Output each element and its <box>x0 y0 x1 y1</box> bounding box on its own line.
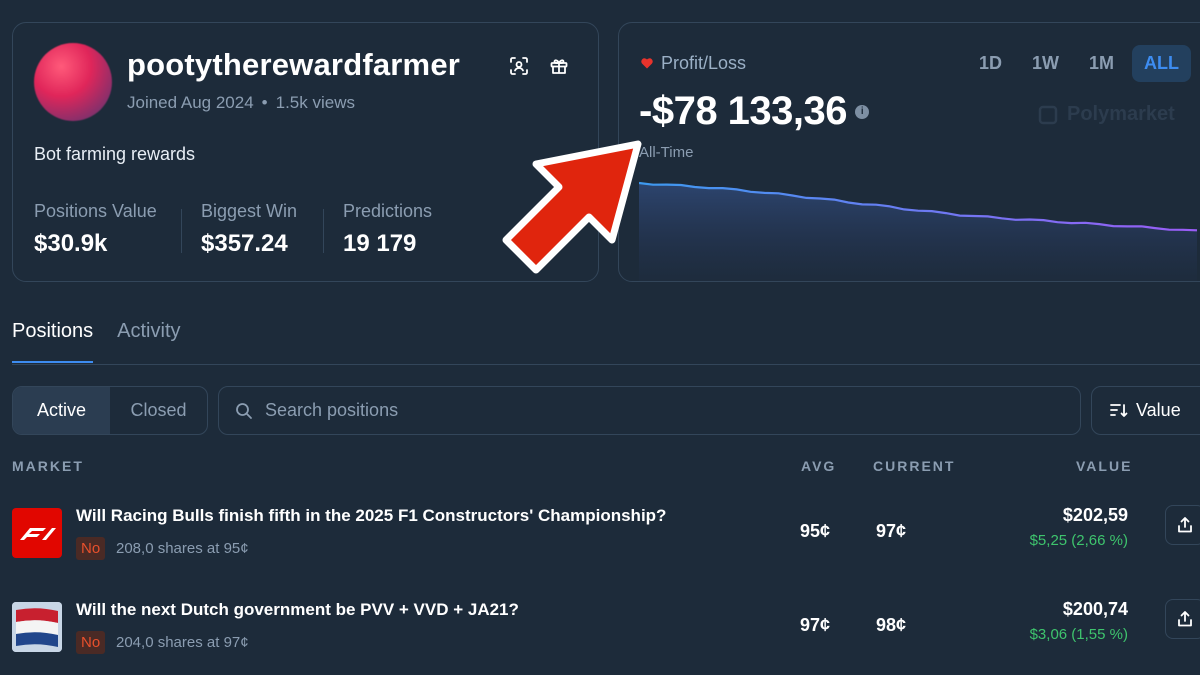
position-change: $3,06 (1,55 %) <box>1029 626 1128 643</box>
tabs-divider <box>12 364 1200 365</box>
view-count: 1.5k views <box>275 93 355 112</box>
range-tabs: 1D 1W 1M ALL <box>967 45 1191 82</box>
range-tab-1w[interactable]: 1W <box>1020 45 1071 82</box>
heart-icon <box>641 58 653 69</box>
profit-loss-chart <box>639 181 1198 281</box>
polymarket-logo-icon <box>1038 105 1058 124</box>
tab-activity[interactable]: Activity <box>117 320 180 363</box>
column-header-value[interactable]: VALUE <box>1076 458 1132 474</box>
sort-label: Value <box>1136 400 1181 420</box>
column-header-current[interactable]: CURRENT <box>873 458 955 474</box>
stat-positions-value: Positions Value $30.9k <box>34 201 157 258</box>
stat-divider <box>323 209 324 253</box>
stat-value: 19 179 <box>343 230 417 257</box>
polymarket-watermark: Polymarket <box>1037 103 1175 126</box>
current-price: 97¢ <box>876 521 907 541</box>
tab-positions[interactable]: Positions <box>12 320 94 363</box>
main-tabs: Positions Activity <box>12 320 181 363</box>
profit-loss-header: Profit/Loss <box>641 53 746 74</box>
column-header-avg[interactable]: AVG <box>801 458 836 474</box>
profit-loss-card: Profit/Loss 1D 1W 1M ALL -$78 133,36 i A… <box>618 22 1200 282</box>
search-icon <box>236 402 252 419</box>
filter-closed-button[interactable]: Closed <box>110 387 207 434</box>
separator-dot: • <box>261 93 268 112</box>
filter-active-button[interactable]: Active <box>13 387 110 434</box>
column-header-market[interactable]: MARKET <box>12 458 84 474</box>
chart-area <box>639 183 1197 281</box>
scan-icon[interactable] <box>506 53 532 79</box>
share-button[interactable] <box>1165 599 1200 639</box>
stat-label: Predictions <box>343 201 433 221</box>
position-change: $5,25 (2,66 %) <box>1029 532 1128 549</box>
stat-predictions: Predictions 19 179 <box>343 201 432 258</box>
outcome-badge: No <box>76 537 106 560</box>
share-button[interactable] <box>1165 505 1200 545</box>
profile-bio: Bot farming rewards <box>34 144 196 164</box>
profit-loss-value: -$78 133,36 <box>639 89 848 133</box>
stat-label: Positions Value <box>34 201 157 221</box>
red-arrow-annotation <box>502 140 642 274</box>
range-tab-1m[interactable]: 1M <box>1077 45 1126 82</box>
gift-icon[interactable] <box>546 53 572 79</box>
profit-loss-value-row: -$78 133,36 i <box>639 89 870 134</box>
sort-icon <box>1110 403 1128 417</box>
market-title[interactable]: Will Racing Bulls finish fifth in the 20… <box>76 506 666 526</box>
avg-price: 95¢ <box>800 521 831 541</box>
range-tab-1d[interactable]: 1D <box>967 45 1014 82</box>
profit-loss-label: Profit/Loss <box>661 53 747 73</box>
table-row[interactable]: Will the next Dutch government be PVV + … <box>12 594 1200 674</box>
position-value: $200,74 <box>1062 599 1128 619</box>
username: pootytherewardfarmer <box>127 47 461 82</box>
shares-info: 208,0 shares at 95¢ <box>116 540 249 557</box>
share-icon <box>1178 611 1192 627</box>
range-tab-all[interactable]: ALL <box>1132 45 1191 82</box>
info-icon[interactable]: i <box>855 104 870 119</box>
stat-value: $357.24 <box>201 230 288 257</box>
shares-info: 204,0 shares at 97¢ <box>116 634 249 651</box>
market-title[interactable]: Will the next Dutch government be PVV + … <box>76 600 519 620</box>
f1-logo-icon <box>12 508 62 558</box>
current-price: 98¢ <box>876 615 907 635</box>
avg-price: 97¢ <box>800 615 831 635</box>
outcome-badge: No <box>76 631 106 654</box>
search-box <box>218 386 1081 435</box>
profile-meta: Joined Aug 2024 • 1.5k views <box>127 93 355 113</box>
stat-label: Biggest Win <box>201 201 298 221</box>
share-icon <box>1178 517 1192 533</box>
position-value: $202,59 <box>1062 505 1128 525</box>
search-input[interactable] <box>265 400 965 421</box>
stat-divider <box>181 209 182 253</box>
status-filter: Active Closed <box>12 386 208 435</box>
stat-value: $30.9k <box>34 230 108 257</box>
joined-date: Joined Aug 2024 <box>127 93 254 112</box>
avatar[interactable] <box>34 43 112 121</box>
dutch-flag-icon <box>12 602 62 652</box>
sort-button[interactable]: Value <box>1091 386 1200 435</box>
stat-biggest-win: Biggest Win $357.24 <box>201 201 297 258</box>
table-row[interactable]: Will Racing Bulls finish fifth in the 20… <box>12 500 1200 580</box>
watermark-text: Polymarket <box>1067 103 1175 125</box>
